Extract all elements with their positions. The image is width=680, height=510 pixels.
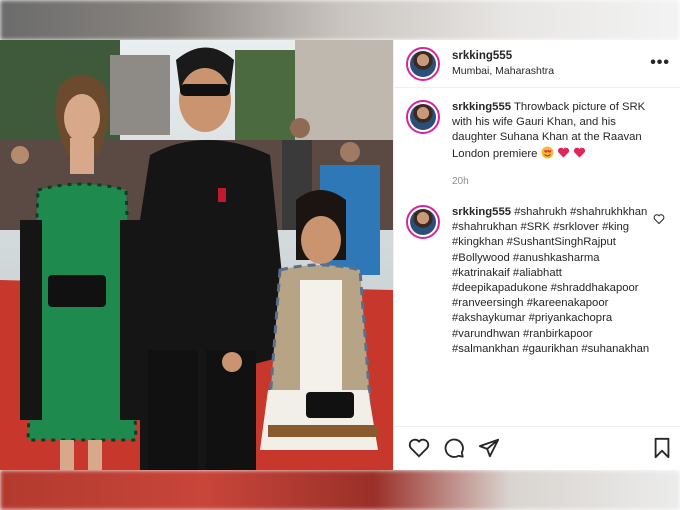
emoji-group	[541, 146, 586, 160]
author-avatar[interactable]	[406, 46, 440, 81]
hashtag-comment-text[interactable]: #shahrukh #shahrukhkhan #shahrukhan #SRK…	[452, 206, 649, 355]
author-info: srkking555 Mumbai, Maharashtra	[452, 49, 554, 79]
hashtag-comment-body: srkking555 #shahrukh #shahrukhkhan #shah…	[452, 205, 652, 357]
bookmark-icon[interactable]	[651, 437, 673, 459]
caption-comment: srkking555 Throwback picture of SRK with…	[406, 100, 669, 189]
post-photo[interactable]	[0, 40, 393, 470]
red-heart-emoji-icon	[573, 147, 585, 158]
comments-list[interactable]: srkking555 Throwback picture of SRK with…	[394, 88, 680, 426]
comment-like-heart-icon[interactable]	[653, 213, 665, 225]
caption-avatar[interactable]	[406, 100, 440, 134]
blurred-background-bottom	[0, 470, 680, 510]
post-details-panel: srkking555 Mumbai, Maharashtra ••• srkki…	[393, 40, 680, 470]
caption-username[interactable]: srkking555	[452, 101, 511, 113]
heart-icon[interactable]	[408, 437, 430, 459]
author-username[interactable]: srkking555	[452, 49, 554, 64]
post-actions-bar	[394, 426, 680, 470]
post-photo-illustration	[0, 40, 393, 470]
post-header: srkking555 Mumbai, Maharashtra •••	[394, 40, 680, 88]
hashtag-comment: srkking555 #shahrukh #shahrukhkhan #shah…	[406, 205, 669, 357]
caption-body: srkking555 Throwback picture of SRK with…	[452, 100, 652, 189]
instagram-post-modal: srkking555 Mumbai, Maharashtra ••• srkki…	[0, 40, 680, 470]
send-icon[interactable]	[478, 437, 500, 459]
caption-timestamp: 20h	[452, 175, 469, 187]
hashtag-comment-avatar[interactable]	[406, 205, 440, 240]
red-heart-emoji-icon	[557, 147, 569, 158]
post-location[interactable]: Mumbai, Maharashtra	[452, 64, 554, 79]
more-options-icon[interactable]: •••	[650, 54, 670, 72]
blurred-background-top	[0, 0, 680, 40]
heart-eyes-emoji-icon	[541, 146, 554, 159]
comment-icon[interactable]	[443, 437, 465, 459]
hashtag-comment-username[interactable]: srkking555	[452, 206, 511, 218]
